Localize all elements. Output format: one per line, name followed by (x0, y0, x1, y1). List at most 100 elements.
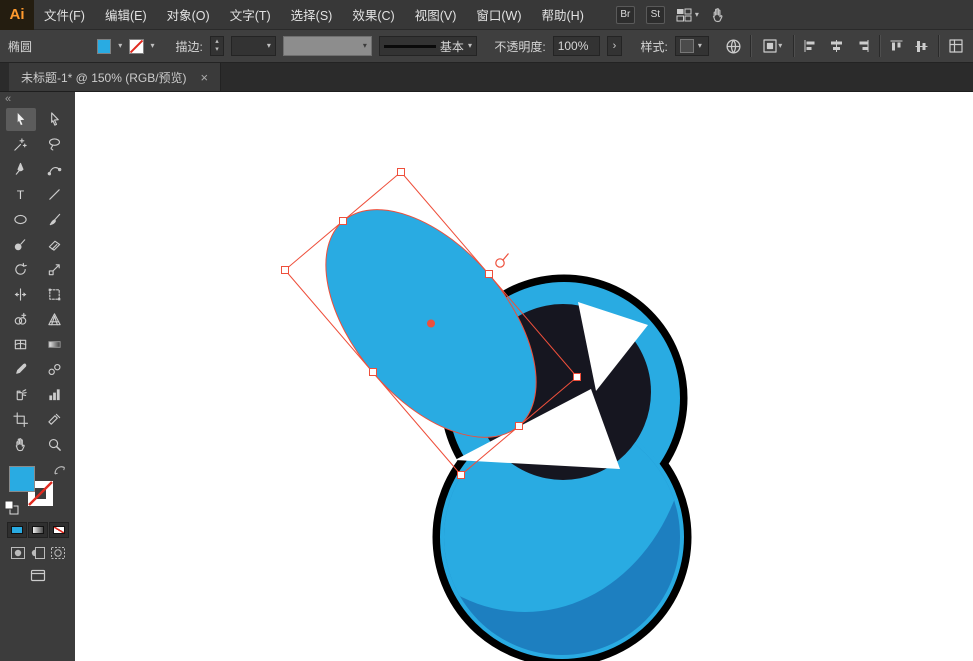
selection-handle[interactable] (573, 373, 581, 381)
draw-mode-buttons (0, 546, 75, 560)
tool-zoom[interactable] (40, 433, 70, 456)
align-top-icon[interactable] (887, 36, 906, 56)
draw-inside-icon[interactable] (50, 546, 66, 560)
illustrator-logo-icon[interactable]: Ai (0, 0, 34, 30)
swap-fill-stroke-icon[interactable] (53, 464, 67, 476)
selection-center-point[interactable] (427, 319, 435, 328)
menu-help[interactable]: 帮助(H) (532, 0, 594, 29)
menu-file[interactable]: 文件(F) (34, 0, 95, 29)
tool-hand[interactable] (6, 433, 36, 456)
tool-width[interactable] (6, 283, 36, 306)
stepper-down-icon[interactable]: ▾ (215, 46, 219, 54)
opacity-combo[interactable]: 100% (552, 36, 601, 56)
tool-eraser[interactable] (40, 233, 70, 256)
tool-pen[interactable] (6, 158, 36, 181)
tool-mesh[interactable] (6, 333, 36, 356)
stroke-caret-icon[interactable]: ▾ (151, 42, 155, 50)
selection-handle[interactable] (339, 217, 347, 225)
color-button[interactable] (6, 522, 27, 538)
menu-type[interactable]: 文字(T) (220, 0, 281, 29)
align-horizontal-center-icon[interactable] (827, 36, 846, 56)
tool-scale[interactable] (40, 258, 70, 281)
gradient-button[interactable] (27, 522, 48, 538)
stepper-up-icon[interactable]: ▴ (215, 38, 219, 46)
tool-slice[interactable] (40, 408, 70, 431)
default-fill-stroke-icon[interactable] (4, 500, 19, 515)
tool-magic-wand[interactable] (6, 133, 36, 156)
tool-artboard[interactable] (6, 408, 36, 431)
align-right-icon[interactable] (853, 36, 872, 56)
fill-stroke-indicator (0, 464, 75, 516)
tool-blob-brush[interactable] (6, 233, 36, 256)
canvas-area[interactable] (75, 92, 973, 661)
tool-gradient[interactable] (40, 333, 70, 356)
fill-color-swatch[interactable] (97, 38, 112, 54)
opacity-options-button[interactable]: › (607, 36, 622, 56)
opacity-label: 不透明度: (494, 39, 546, 54)
fill-caret-icon[interactable]: ▾ (118, 42, 122, 50)
tool-symbol-sprayer[interactable] (6, 383, 36, 406)
tool-eyedropper[interactable] (6, 358, 36, 381)
collapse-panel-icon[interactable]: « (0, 92, 75, 108)
draw-behind-icon[interactable] (30, 546, 46, 560)
artboard-canvas[interactable] (75, 92, 973, 661)
tool-blend[interactable] (40, 358, 70, 381)
tool-paintbrush[interactable] (40, 208, 70, 231)
context-label: 椭圆 (8, 39, 33, 54)
stroke-weight-label: 描边: (175, 39, 203, 54)
stroke-weight-stepper[interactable]: ▴ ▾ (209, 36, 225, 56)
transform-presets-icon[interactable]: ▾ (758, 36, 786, 56)
stock-badge-icon[interactable]: St (645, 5, 665, 24)
none-button[interactable] (48, 522, 69, 538)
menu-view[interactable]: 视图(V) (405, 0, 467, 29)
menu-select[interactable]: 选择(S) (281, 0, 343, 29)
menu-effect[interactable]: 效果(C) (342, 0, 404, 29)
tool-column-graph[interactable] (40, 383, 70, 406)
recolor-artwork-icon[interactable] (724, 36, 743, 56)
tool-type[interactable]: T (6, 183, 36, 206)
style-label: 样式: (640, 39, 668, 54)
more-panel-icon[interactable] (946, 36, 965, 56)
stroke-color-swatch[interactable] (129, 38, 144, 54)
paint-mode-buttons (0, 522, 75, 538)
menu-window[interactable]: 窗口(W) (466, 0, 531, 29)
menu-object[interactable]: 对象(O) (157, 0, 220, 29)
tool-selection[interactable] (5, 108, 36, 131)
tool-rotate[interactable] (6, 258, 36, 281)
tool-curvature[interactable] (40, 158, 70, 181)
menu-edit[interactable]: 编辑(E) (95, 0, 157, 29)
document-tab[interactable]: 未标题-1* @ 150% (RGB/预览) × (9, 63, 222, 91)
tool-ellipse[interactable] (6, 208, 36, 231)
align-vertical-center-icon[interactable] (912, 36, 931, 56)
selection-handle[interactable] (369, 368, 377, 376)
control-divider (878, 35, 880, 57)
hand-gesture-icon[interactable] (710, 7, 726, 23)
selection-handle[interactable] (281, 266, 289, 274)
align-left-icon[interactable] (801, 36, 820, 56)
tool-grid: T (0, 108, 75, 456)
brush-stroke-preview (383, 44, 436, 48)
tool-perspective-grid[interactable] (40, 308, 70, 331)
brush-definition-combo[interactable]: 基本 ▾ (378, 36, 478, 56)
tool-direct-selection[interactable] (40, 108, 70, 131)
bridge-badge-icon[interactable]: Br (615, 5, 635, 24)
document-title: 未标题-1* @ 150% (RGB/预览) (21, 70, 187, 85)
screen-mode-button[interactable] (0, 569, 75, 582)
fill-indicator-swatch[interactable] (9, 466, 35, 492)
tool-free-transform[interactable] (40, 283, 70, 306)
tools-panel: « T (0, 92, 75, 661)
selection-handle[interactable] (515, 422, 523, 430)
selection-handle[interactable] (457, 471, 465, 479)
workspace-switcher-icon[interactable]: ▾ (676, 8, 699, 22)
tool-shape-builder[interactable] (6, 308, 36, 331)
main-menus: 文件(F) 编辑(E) 对象(O) 文字(T) 选择(S) 效果(C) 视图(V… (34, 0, 594, 29)
tool-line-segment[interactable] (40, 183, 70, 206)
control-divider (793, 35, 795, 57)
graphic-style-combo[interactable]: ▾ (674, 36, 710, 56)
selection-handle[interactable] (485, 270, 493, 278)
draw-normal-icon[interactable] (10, 546, 26, 560)
selection-handle[interactable] (397, 168, 405, 176)
stroke-weight-combo[interactable]: ▾ (231, 36, 276, 56)
tool-lasso[interactable] (40, 133, 70, 156)
tab-close-icon[interactable]: × (201, 70, 209, 85)
